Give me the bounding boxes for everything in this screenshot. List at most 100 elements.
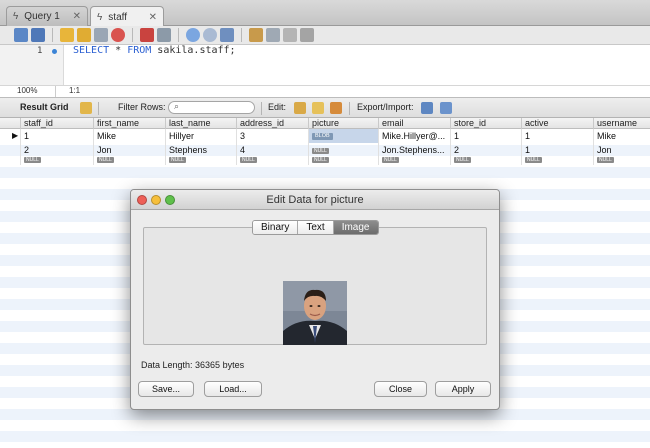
beautify-icon[interactable] [249, 28, 263, 42]
limit-rows-icon[interactable] [157, 28, 171, 42]
editor-gutter: 1 [0, 45, 64, 85]
tab-image[interactable]: Image [333, 221, 378, 234]
cell-active[interactable]: 1 [521, 129, 593, 143]
cell-first-name[interactable]: Mike [93, 129, 165, 143]
cell-store-id[interactable]: NULL [450, 154, 521, 165]
import-icon[interactable] [440, 102, 452, 114]
cursor-position: 1:1 [69, 86, 81, 95]
grid-stripe [0, 409, 650, 420]
tab-binary[interactable]: Binary [253, 221, 299, 234]
sql-text: sakila.staff; [151, 45, 236, 56]
toolbar-divider [52, 28, 53, 42]
column-header-address-id[interactable]: address_id [236, 118, 308, 129]
tab-query-1[interactable]: ϟ Query 1 ✕ [6, 6, 88, 26]
load-button[interactable]: Load... [204, 381, 262, 397]
window-minimize-icon[interactable] [151, 195, 161, 205]
commit-icon[interactable] [186, 28, 200, 42]
cell-last-name[interactable]: NULL [165, 154, 236, 165]
cell-email[interactable]: NULL [378, 154, 450, 165]
column-header-store-id[interactable]: store_id [450, 118, 521, 129]
data-length-label: Data Length: 36365 bytes [141, 360, 245, 370]
export-icon[interactable] [421, 102, 433, 114]
filter-rows-input[interactable]: ⌕ [168, 101, 255, 114]
cell-email[interactable]: Mike.Hillyer@... [378, 129, 450, 143]
stop-icon[interactable] [111, 28, 125, 42]
zoom-level[interactable]: 100% [17, 86, 37, 95]
sql-text: * [109, 45, 128, 56]
dialog-title-bar: Edit Data for picture [131, 190, 499, 210]
column-header-email[interactable]: email [378, 118, 450, 129]
close-icon[interactable]: ✕ [149, 12, 157, 23]
cell-active[interactable]: NULL [521, 154, 593, 165]
execute-current-icon[interactable] [77, 28, 91, 42]
cell-address-id[interactable]: 3 [236, 129, 308, 143]
sql-statement[interactable]: SELECT * FROM sakila.staff; [73, 45, 236, 56]
table-row[interactable]: ▶ 1 Mike Hillyer 3 BLOB Mike.Hillyer@...… [0, 129, 650, 143]
cell-username[interactable]: NULL [593, 154, 650, 165]
edit-row-icon[interactable] [294, 102, 306, 114]
cell-picture[interactable]: BLOB [308, 129, 378, 143]
column-header-active[interactable]: active [521, 118, 593, 129]
insert-row-icon[interactable] [312, 102, 324, 114]
explain-icon[interactable] [94, 28, 108, 42]
cell-picture[interactable]: NULL [308, 154, 378, 165]
column-header-first-name[interactable]: first_name [93, 118, 165, 129]
result-toolbar: Result Grid Filter Rows: ⌕ Edit: Export/… [0, 97, 650, 118]
sql-keyword: SELECT [73, 45, 110, 56]
close-button[interactable]: Close [374, 381, 427, 397]
dialog-title: Edit Data for picture [266, 194, 364, 206]
null-badge: NULL [382, 156, 399, 163]
cell-address-id[interactable]: NULL [236, 154, 308, 165]
column-header-last-name[interactable]: last_name [165, 118, 236, 129]
null-badge: NULL [240, 156, 257, 163]
cell-staff-id[interactable]: NULL [20, 154, 93, 165]
column-header-username[interactable]: username [593, 118, 650, 129]
save-button[interactable]: Save... [138, 381, 194, 397]
open-file-icon[interactable] [14, 28, 28, 42]
sql-editor[interactable]: 1 SELECT * FROM sakila.staff; [0, 45, 650, 85]
invisible-chars-icon[interactable] [283, 28, 297, 42]
find-icon[interactable] [266, 28, 280, 42]
cell-staff-id[interactable]: 1 [20, 129, 93, 143]
window-zoom-icon[interactable] [165, 195, 175, 205]
autocommit-icon[interactable] [220, 28, 234, 42]
column-header-staff-id[interactable]: staff_id [20, 118, 93, 129]
export-import-label: Export/Import: [357, 102, 414, 112]
tab-staff[interactable]: ϟ staff ✕ [90, 6, 164, 27]
null-badge: NULL [525, 156, 542, 163]
toggle-error-icon[interactable] [140, 28, 154, 42]
delete-row-icon[interactable] [330, 102, 342, 114]
grid-header-row: staff_id first_name last_name address_id… [0, 118, 650, 129]
null-badge: NULL [169, 156, 186, 163]
sql-keyword: FROM [127, 45, 152, 56]
rollback-icon[interactable] [203, 28, 217, 42]
execute-icon[interactable] [60, 28, 74, 42]
tab-label: Query 1 [24, 11, 60, 22]
new-row[interactable]: NULL NULL NULL NULL NULL NULL NULL NULL … [0, 154, 650, 165]
close-icon[interactable]: ✕ [73, 11, 81, 22]
blob-badge: BLOB [312, 133, 333, 141]
lightning-icon: ϟ [13, 11, 19, 22]
column-header-picture[interactable]: picture [308, 118, 378, 129]
tab-label: staff [108, 11, 128, 23]
null-badge: NULL [454, 156, 471, 163]
view-mode-segmented-control: Binary Text Image [252, 220, 379, 235]
edit-label: Edit: [268, 102, 287, 112]
toolbar-divider [132, 28, 133, 42]
cell-store-id[interactable]: 1 [450, 129, 521, 143]
lightning-icon: ϟ [97, 11, 103, 23]
tab-text[interactable]: Text [298, 221, 334, 234]
result-grid-label: Result Grid [20, 102, 69, 112]
toolbar-divider [349, 102, 350, 115]
grid-layout-icon[interactable] [80, 102, 92, 114]
window-close-icon[interactable] [137, 195, 147, 205]
cell-last-name[interactable]: Hillyer [165, 129, 236, 143]
save-icon[interactable] [31, 28, 45, 42]
toolbar-divider [178, 28, 179, 42]
cell-username[interactable]: Mike [593, 129, 650, 143]
null-badge: NULL [97, 156, 114, 163]
cell-first-name[interactable]: NULL [93, 154, 165, 165]
apply-button[interactable]: Apply [435, 381, 491, 397]
word-wrap-icon[interactable] [300, 28, 314, 42]
staff-photo-image [283, 281, 347, 345]
